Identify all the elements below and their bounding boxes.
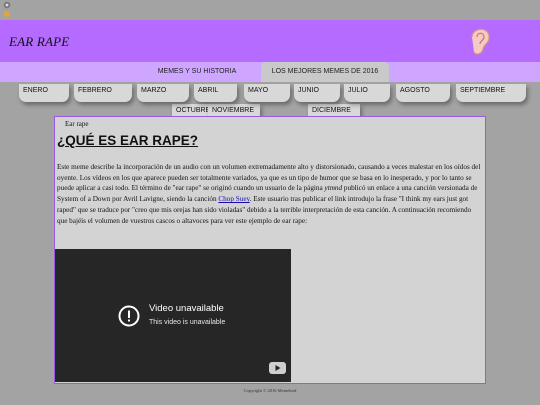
- browser-icons: [3, 1, 11, 17]
- video-subtitle: This video is unavailable: [149, 319, 226, 326]
- month-febrero[interactable]: FEBRERO: [74, 84, 132, 102]
- video-player[interactable]: Video unavailable This video is unavaila…: [55, 249, 291, 382]
- month-agosto[interactable]: AGOSTO: [396, 84, 450, 102]
- site-title[interactable]: EAR RAPE: [9, 34, 69, 50]
- youtube-icon[interactable]: [269, 362, 286, 374]
- month-marzo[interactable]: MARZO: [137, 84, 189, 102]
- breadcrumb: Ear rape: [65, 120, 89, 128]
- month-septiembre[interactable]: SEPTIEMBRE: [456, 84, 526, 102]
- ear-icon: [471, 28, 490, 55]
- para-ytmnd: ytmnd: [324, 184, 343, 193]
- month-enero[interactable]: ENERO: [19, 84, 69, 102]
- month-abril[interactable]: ABRIL: [194, 84, 237, 102]
- month-junio[interactable]: JUNIO: [294, 84, 340, 102]
- article-heading: ¿QUÉ ES EAR RAPE?: [57, 133, 199, 148]
- main-nav: MEMES Y SU HISTORIA LOS MEJORES MEMES DE…: [0, 62, 540, 82]
- chop-suey-link[interactable]: Chop Suey: [218, 195, 249, 203]
- article-paragraph: Este meme describe la incorporación de u…: [57, 162, 482, 226]
- site-header: EAR RAPE: [0, 20, 540, 62]
- video-title: Video unavailable: [149, 303, 224, 314]
- month-mayo[interactable]: MAYO: [244, 84, 290, 102]
- footer-copyright: Copyright © 2016 Memebird: [243, 388, 297, 393]
- month-julio[interactable]: JULIO: [344, 84, 390, 102]
- tab-memes-historia[interactable]: MEMES Y SU HISTORIA: [152, 62, 242, 82]
- tab-mejores-memes-2016[interactable]: LOS MEJORES MEMES DE 2016: [261, 62, 389, 82]
- exclamation-circle-icon: [118, 305, 140, 327]
- article-content: Ear rape ¿QUÉ ES EAR RAPE? Este meme des…: [54, 116, 486, 384]
